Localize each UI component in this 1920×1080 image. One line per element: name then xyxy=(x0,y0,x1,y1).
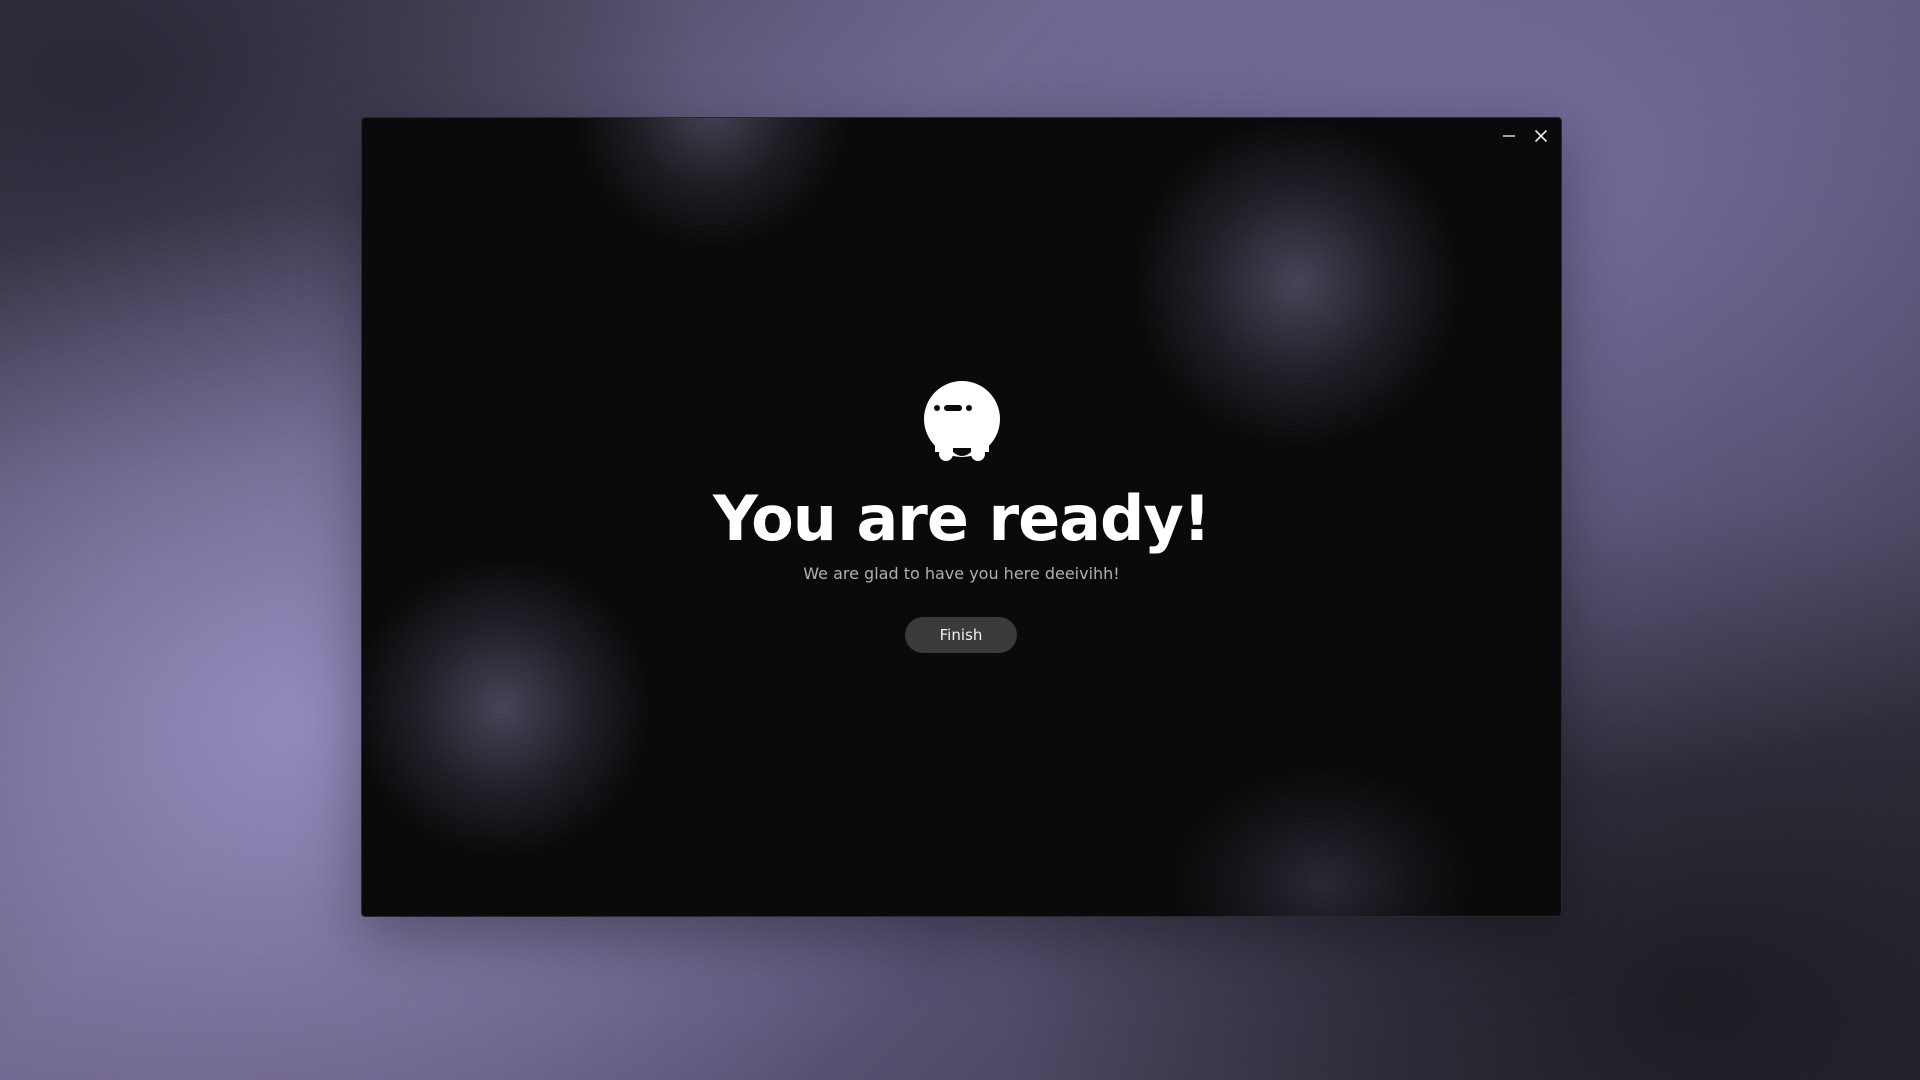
background-glow xyxy=(572,118,852,248)
window-controls xyxy=(1501,128,1549,144)
welcome-message: We are glad to have you here deeivihh! xyxy=(803,564,1120,583)
close-icon xyxy=(1534,129,1548,143)
setup-window: You are ready! We are glad to have you h… xyxy=(361,117,1562,917)
minimize-button[interactable] xyxy=(1501,128,1517,144)
mascot-ghost-icon xyxy=(924,381,1000,461)
finish-button[interactable]: Finish xyxy=(905,617,1017,653)
minimize-icon xyxy=(1503,135,1515,137)
background-glow xyxy=(362,558,652,858)
close-button[interactable] xyxy=(1533,128,1549,144)
background-glow xyxy=(1172,768,1472,916)
page-title: You are ready! xyxy=(712,482,1211,555)
background-glow xyxy=(1132,118,1462,448)
